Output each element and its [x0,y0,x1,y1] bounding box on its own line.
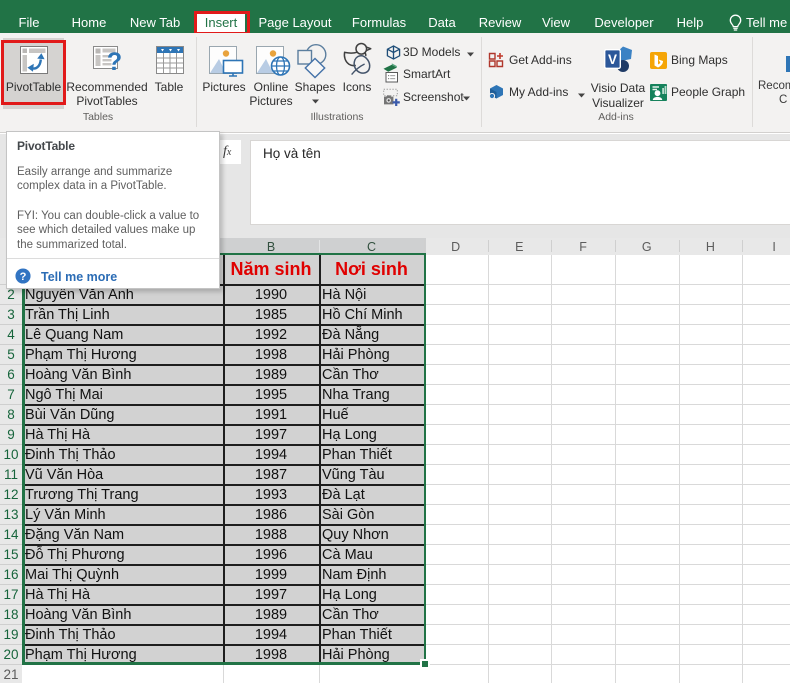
svg-text:V: V [608,52,617,67]
svg-text:?: ? [19,271,26,283]
svg-text:?: ? [107,48,122,76]
